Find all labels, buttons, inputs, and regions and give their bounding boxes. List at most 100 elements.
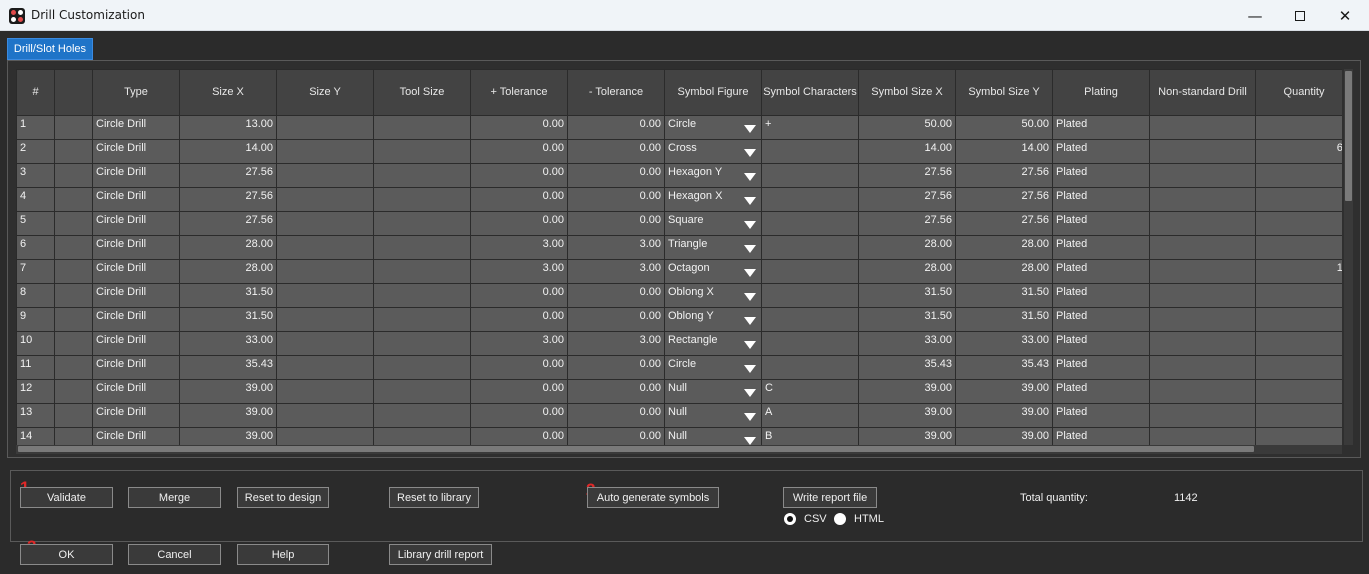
cell-size-x[interactable]: 28.00 xyxy=(179,235,277,260)
cell-qty[interactable]: 1 xyxy=(1255,403,1342,428)
cell-n[interactable]: 8 xyxy=(16,283,55,308)
cell-figure[interactable]: Circle xyxy=(664,115,762,140)
cell-size-y[interactable] xyxy=(276,139,374,164)
cell-plating[interactable]: Plated xyxy=(1052,427,1150,445)
cell-plating[interactable]: Plated xyxy=(1052,403,1150,428)
cell-plating[interactable]: Plated xyxy=(1052,163,1150,188)
cell-type[interactable]: Circle Drill xyxy=(92,211,180,236)
cell-chars[interactable] xyxy=(761,163,859,188)
column-header[interactable]: Symbol Size Y xyxy=(955,69,1053,116)
cell-sym-y[interactable]: 39.00 xyxy=(955,379,1053,404)
cell-n[interactable]: 3 xyxy=(16,163,55,188)
cell-tol-minus[interactable]: 0.00 xyxy=(567,163,665,188)
cell-selector[interactable] xyxy=(54,115,93,140)
cell-chars[interactable]: C xyxy=(761,379,859,404)
cell-n[interactable]: 7 xyxy=(16,259,55,284)
cell-type[interactable]: Circle Drill xyxy=(92,163,180,188)
cell-qty[interactable] xyxy=(1255,187,1342,212)
cell-tol-plus[interactable]: 0.00 xyxy=(470,283,568,308)
cell-size-x[interactable]: 27.56 xyxy=(179,187,277,212)
table-row[interactable]: 3 Circle Drill 27.56 0.00 0.00 Hexagon Y 27.56… xyxy=(16,163,1342,188)
cell-size-x[interactable]: 13.00 xyxy=(179,115,277,140)
dropdown-arrow-icon[interactable] xyxy=(744,293,756,301)
dropdown-arrow-icon[interactable] xyxy=(744,221,756,229)
cell-selector[interactable] xyxy=(54,403,93,428)
table-row[interactable]: 12 Circle Drill 39.00 0.00 0.00 Null C 39.00 39.… xyxy=(16,379,1342,404)
cell-sym-y[interactable]: 31.50 xyxy=(955,283,1053,308)
cell-size-x[interactable]: 28.00 xyxy=(179,259,277,284)
cell-tol-minus[interactable]: 0.00 xyxy=(567,187,665,212)
cell-size-x[interactable]: 31.50 xyxy=(179,283,277,308)
cell-figure[interactable]: Hexagon X xyxy=(664,187,762,212)
cell-chars[interactable]: A xyxy=(761,403,859,428)
cell-tol-minus[interactable]: 0.00 xyxy=(567,211,665,236)
csv-radio[interactable] xyxy=(784,513,796,525)
cell-nonstd[interactable] xyxy=(1149,307,1256,332)
cell-tol-plus[interactable]: 0.00 xyxy=(470,427,568,445)
cell-figure[interactable]: Null xyxy=(664,427,762,445)
column-header[interactable]: Size Y xyxy=(276,69,374,116)
cell-type[interactable]: Circle Drill xyxy=(92,403,180,428)
cell-selector[interactable] xyxy=(54,187,93,212)
auto-generate-symbols-button[interactable]: Auto generate symbols xyxy=(587,487,719,508)
column-header[interactable] xyxy=(54,69,93,116)
cell-tool[interactable] xyxy=(373,307,471,332)
cell-n[interactable]: 2 xyxy=(16,139,55,164)
cell-n[interactable]: 4 xyxy=(16,187,55,212)
cell-plating[interactable]: Plated xyxy=(1052,355,1150,380)
cell-figure[interactable]: Cross xyxy=(664,139,762,164)
cell-size-x[interactable]: 39.00 xyxy=(179,427,277,445)
cell-size-y[interactable] xyxy=(276,115,374,140)
cell-qty[interactable] xyxy=(1255,379,1342,404)
horizontal-scrollbar[interactable] xyxy=(16,445,1342,454)
cell-type[interactable]: Circle Drill xyxy=(92,259,180,284)
cell-size-y[interactable] xyxy=(276,187,374,212)
cell-tol-minus[interactable]: 0.00 xyxy=(567,139,665,164)
cell-plating[interactable]: Plated xyxy=(1052,187,1150,212)
cell-sym-x[interactable]: 14.00 xyxy=(858,139,956,164)
column-header[interactable]: Type xyxy=(92,69,180,116)
cell-qty[interactable]: 7 xyxy=(1255,163,1342,188)
cell-plating[interactable]: Plated xyxy=(1052,259,1150,284)
dropdown-arrow-icon[interactable] xyxy=(744,413,756,421)
cell-figure[interactable]: Hexagon Y xyxy=(664,163,762,188)
cell-size-y[interactable] xyxy=(276,403,374,428)
cell-n[interactable]: 13 xyxy=(16,403,55,428)
cell-chars[interactable]: B xyxy=(761,427,859,445)
help-button[interactable]: Help xyxy=(237,544,329,565)
cell-tool[interactable] xyxy=(373,283,471,308)
column-header[interactable]: # xyxy=(16,69,55,116)
cell-qty[interactable] xyxy=(1255,211,1342,236)
cell-type[interactable]: Circle Drill xyxy=(92,139,180,164)
dropdown-arrow-icon[interactable] xyxy=(744,437,756,445)
cell-tol-plus[interactable]: 3.00 xyxy=(470,331,568,356)
cell-qty[interactable]: 12 xyxy=(1255,259,1342,284)
cell-tol-plus[interactable]: 0.00 xyxy=(470,211,568,236)
cell-tol-minus[interactable]: 0.00 xyxy=(567,307,665,332)
cell-sym-x[interactable]: 28.00 xyxy=(858,235,956,260)
cell-size-y[interactable] xyxy=(276,211,374,236)
cell-nonstd[interactable] xyxy=(1149,259,1256,284)
cell-sym-y[interactable]: 31.50 xyxy=(955,307,1053,332)
cell-sym-x[interactable]: 33.00 xyxy=(858,331,956,356)
cell-chars[interactable] xyxy=(761,331,859,356)
cell-tol-plus[interactable]: 0.00 xyxy=(470,187,568,212)
html-radio[interactable] xyxy=(834,513,846,525)
cell-figure[interactable]: Square xyxy=(664,211,762,236)
cell-sym-y[interactable]: 27.56 xyxy=(955,187,1053,212)
cell-qty[interactable] xyxy=(1255,307,1342,332)
cell-nonstd[interactable] xyxy=(1149,163,1256,188)
cell-sym-y[interactable]: 28.00 xyxy=(955,259,1053,284)
cell-plating[interactable]: Plated xyxy=(1052,283,1150,308)
cell-n[interactable]: 14 xyxy=(16,427,55,445)
dropdown-arrow-icon[interactable] xyxy=(744,317,756,325)
cell-tol-plus[interactable]: 0.00 xyxy=(470,163,568,188)
cell-size-x[interactable]: 14.00 xyxy=(179,139,277,164)
close-button[interactable]: ✕ xyxy=(1322,0,1368,31)
cell-type[interactable]: Circle Drill xyxy=(92,235,180,260)
cell-n[interactable]: 10 xyxy=(16,331,55,356)
cell-nonstd[interactable] xyxy=(1149,139,1256,164)
cell-tol-minus[interactable]: 0.00 xyxy=(567,355,665,380)
dropdown-arrow-icon[interactable] xyxy=(744,173,756,181)
cell-size-y[interactable] xyxy=(276,427,374,445)
